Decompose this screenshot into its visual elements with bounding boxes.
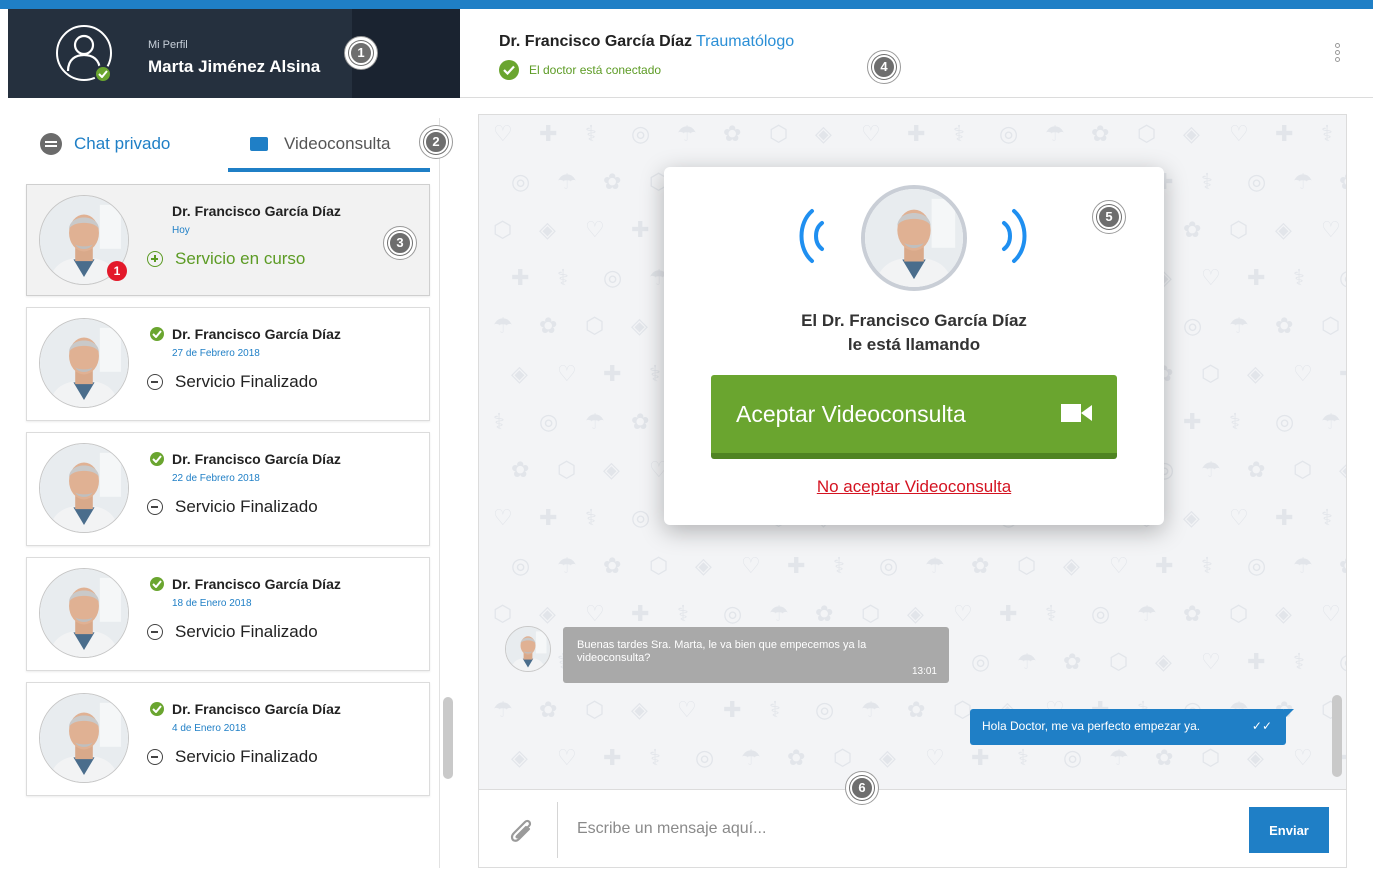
caller-line-1: El Dr. Francisco García Díaz xyxy=(801,311,1027,330)
minus-circle-icon xyxy=(147,624,163,640)
verified-check-icon xyxy=(150,327,164,341)
doctor-message-avatar xyxy=(505,626,551,672)
consultation-doctor: Dr. Francisco García Díaz xyxy=(172,451,341,467)
video-icon xyxy=(250,137,268,151)
profile-label: Mi Perfil xyxy=(148,39,188,51)
verified-check-icon xyxy=(150,702,164,716)
decline-videoconsulta-link[interactable]: No aceptar Videoconsulta xyxy=(664,477,1164,497)
chat-bubble-icon xyxy=(40,133,62,155)
doctor-avatar xyxy=(39,318,129,408)
consultation-item[interactable]: Dr. Francisco García Díaz 22 de Febrero … xyxy=(26,432,430,546)
video-camera-icon xyxy=(1061,404,1092,422)
consultation-date: 27 de Febrero 2018 xyxy=(172,348,260,359)
incoming-message: Buenas tardes Sra. Marta, le va bien que… xyxy=(563,627,949,683)
unread-badge: 1 xyxy=(107,261,127,281)
caller-avatar xyxy=(861,185,967,291)
consultation-doctor: Dr. Francisco García Díaz xyxy=(172,326,341,342)
message-composer: Enviar xyxy=(479,789,1346,867)
verified-check-icon xyxy=(150,577,164,591)
status-check-icon xyxy=(499,60,519,80)
doctor-avatar xyxy=(39,693,129,783)
consultation-status: Servicio Finalizado xyxy=(147,747,318,767)
incoming-message-text: Buenas tardes Sra. Marta, le va bien que… xyxy=(577,639,867,665)
outgoing-message-text: Hola Doctor, me va perfecto empezar ya. xyxy=(982,719,1201,733)
consultation-status-text: Servicio Finalizado xyxy=(175,747,318,766)
tab-videoconsulta[interactable]: Videoconsulta xyxy=(250,118,391,170)
chat-doctor-specialty: Traumatólogo xyxy=(695,33,795,50)
consultation-item[interactable]: 1 Dr. Francisco García Díaz Hoy Servicio… xyxy=(26,184,430,296)
signal-waves-right-icon xyxy=(1002,209,1027,263)
caller-line-2: le está llamando xyxy=(847,335,981,354)
active-tab-indicator xyxy=(228,168,430,172)
signal-waves-left-icon xyxy=(799,209,824,263)
chat-scrollbar[interactable] xyxy=(1332,695,1342,777)
tab-chat-privado[interactable]: Chat privado xyxy=(40,118,170,170)
consultation-status-text: Servicio en curso xyxy=(175,249,306,268)
tab-chat-label: Chat privado xyxy=(74,134,171,153)
doctor-status-text: El doctor está conectado xyxy=(529,63,662,77)
outgoing-message: Hola Doctor, me va perfecto empezar ya. … xyxy=(970,709,1294,745)
doctor-avatar xyxy=(39,443,129,533)
accept-videoconsulta-button[interactable]: Aceptar Videoconsulta xyxy=(711,375,1117,459)
chat-doctor-name: Dr. Francisco García Díaz xyxy=(499,33,692,50)
top-accent-bar xyxy=(0,0,1373,9)
consultation-item[interactable]: Dr. Francisco García Díaz 27 de Febrero … xyxy=(26,307,430,421)
profile-header[interactable]: Mi Perfil Marta Jiménez Alsina xyxy=(8,9,460,98)
consultation-date: Hoy xyxy=(172,225,190,236)
consultation-status: Servicio Finalizado xyxy=(147,497,318,517)
marker-2: 2 xyxy=(419,125,453,159)
marker-3: 3 xyxy=(383,226,417,260)
consultation-status: Servicio Finalizado xyxy=(147,622,318,642)
sidebar-tabs: Chat privado Videoconsulta xyxy=(26,118,430,172)
chat-header: Dr. Francisco García Díaz Traumatólogo El… xyxy=(460,9,1373,98)
read-ticks-icon: ✓✓ xyxy=(1251,719,1272,733)
marker-6: 6 xyxy=(845,771,879,805)
marker-1: 1 xyxy=(344,36,378,70)
consultation-doctor: Dr. Francisco García Díaz xyxy=(172,203,341,219)
consultation-status: Servicio Finalizado xyxy=(147,372,318,392)
tab-video-label: Videoconsulta xyxy=(284,134,391,153)
consultation-date: 18 de Enero 2018 xyxy=(172,598,252,609)
sidebar-scrollbar[interactable] xyxy=(443,697,453,779)
marker-5: 5 xyxy=(1092,200,1126,234)
consultation-doctor: Dr. Francisco García Díaz xyxy=(172,701,341,717)
profile-name: Marta Jiménez Alsina xyxy=(148,57,321,76)
more-vertical-icon[interactable] xyxy=(1332,43,1342,67)
doctor-avatar xyxy=(39,568,129,658)
consultation-date: 4 de Enero 2018 xyxy=(172,723,246,734)
paperclip-icon[interactable] xyxy=(509,815,535,850)
consultation-status: Servicio en curso xyxy=(147,249,305,269)
minus-circle-icon xyxy=(147,374,163,390)
plus-circle-icon xyxy=(147,251,163,267)
incoming-message-time: 13:01 xyxy=(911,666,937,677)
minus-circle-icon xyxy=(147,749,163,765)
composer-divider xyxy=(557,802,558,858)
incoming-call-modal: El Dr. Francisco García Díaz le está lla… xyxy=(664,167,1164,525)
consultation-date: 22 de Febrero 2018 xyxy=(172,473,260,484)
verified-check-icon xyxy=(150,452,164,466)
doctor-status: El doctor está conectado xyxy=(499,60,661,80)
online-check-icon xyxy=(94,65,112,83)
marker-4: 4 xyxy=(867,50,901,84)
chat-doctor-title: Dr. Francisco García Díaz Traumatólogo xyxy=(499,33,794,51)
consultation-item[interactable]: Dr. Francisco García Díaz 18 de Enero 20… xyxy=(26,557,430,671)
consultation-doctor: Dr. Francisco García Díaz xyxy=(172,576,341,592)
consultation-status-text: Servicio Finalizado xyxy=(175,372,318,391)
send-button[interactable]: Enviar xyxy=(1249,807,1329,853)
accept-label: Aceptar Videoconsulta xyxy=(736,400,966,427)
consultation-item[interactable]: Dr. Francisco García Díaz 4 de Enero 201… xyxy=(26,682,430,796)
minus-circle-icon xyxy=(147,499,163,515)
consultation-status-text: Servicio Finalizado xyxy=(175,497,318,516)
message-input[interactable] xyxy=(577,808,1217,850)
caller-text: El Dr. Francisco García Díaz le está lla… xyxy=(664,309,1164,357)
consultation-status-text: Servicio Finalizado xyxy=(175,622,318,641)
